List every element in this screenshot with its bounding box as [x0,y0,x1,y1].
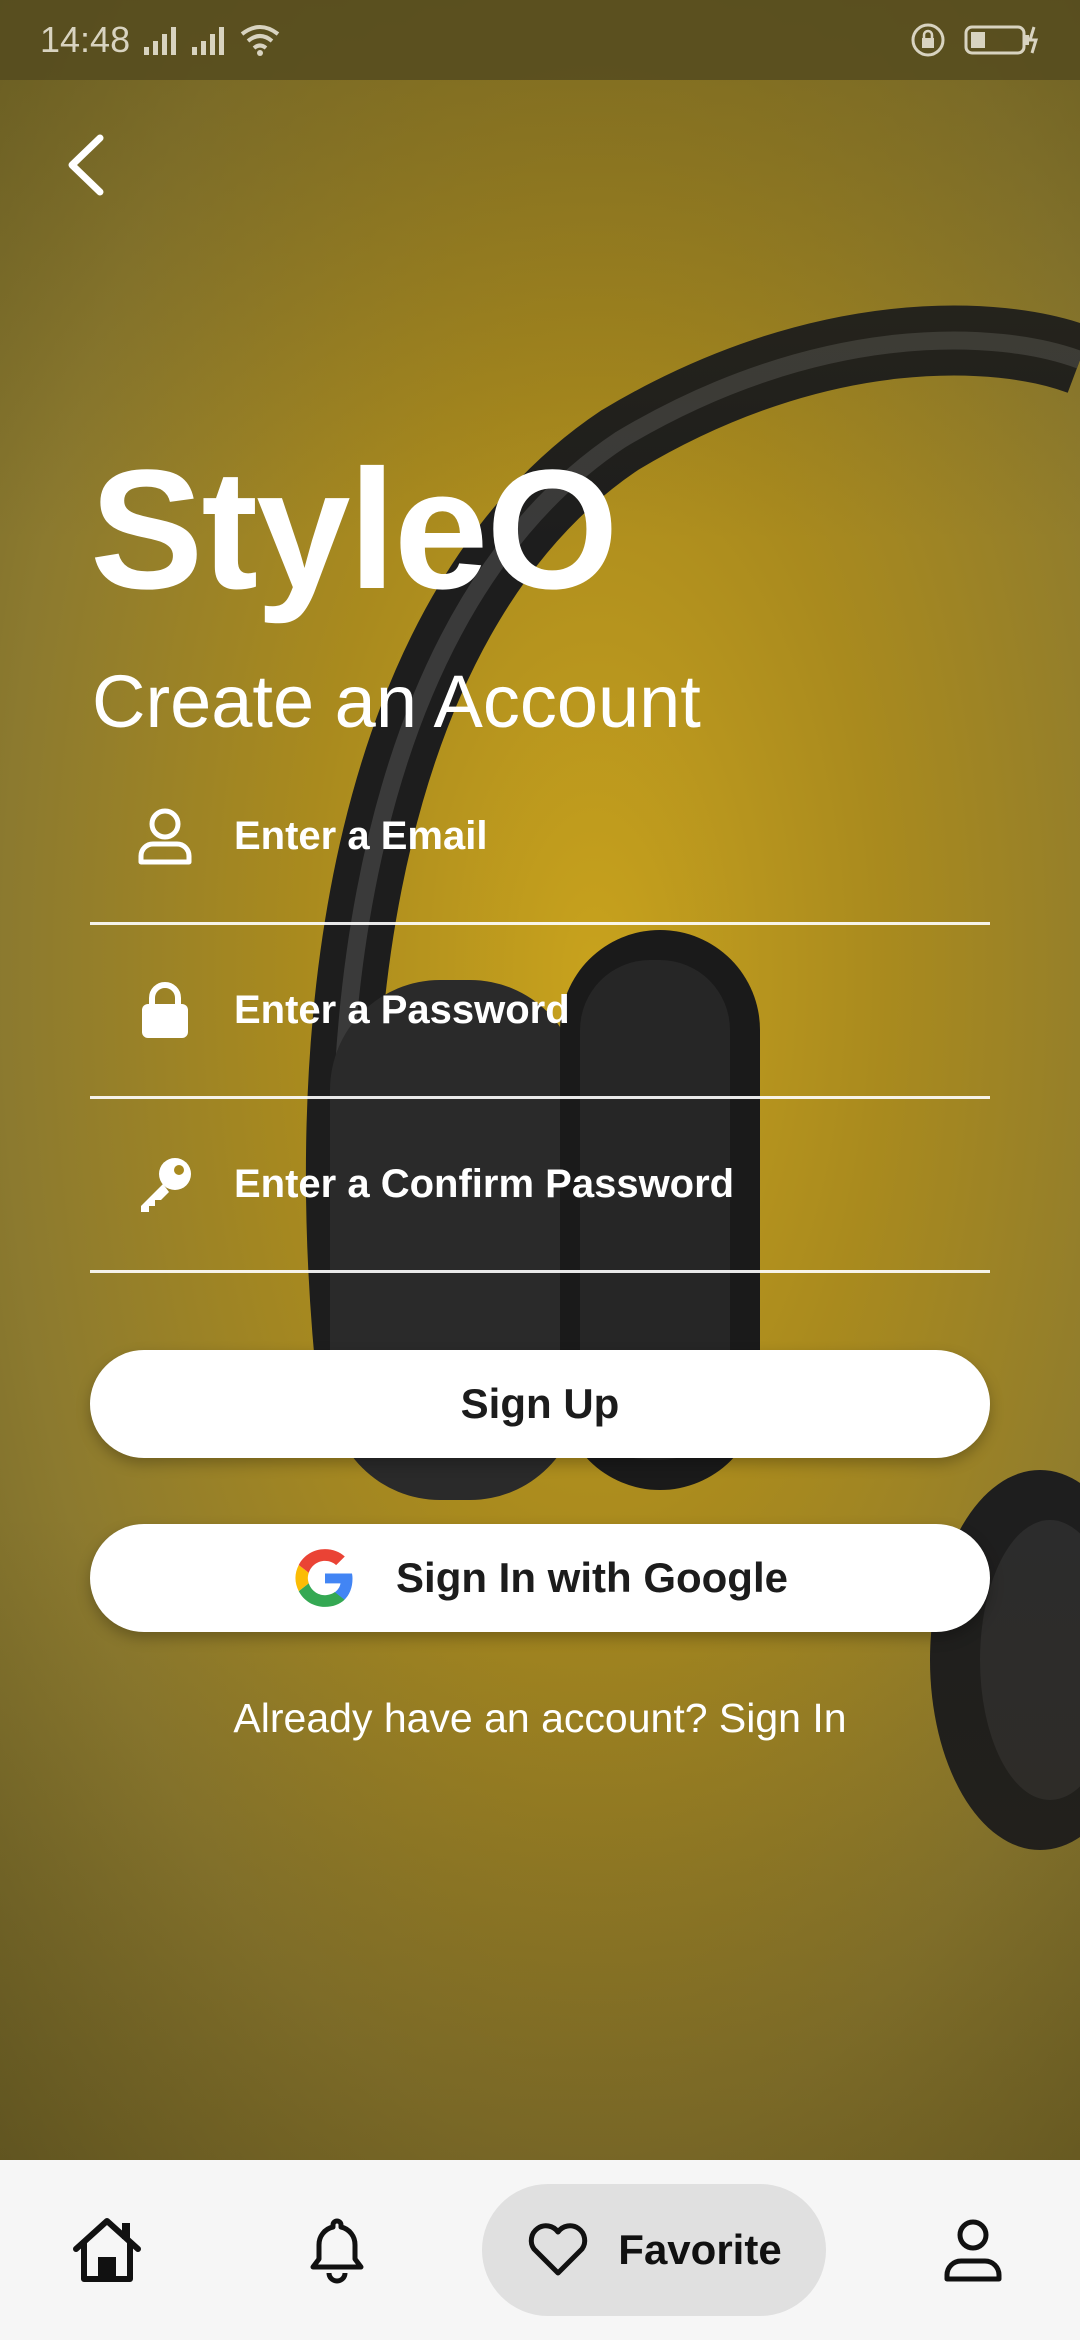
signal-icon [192,27,225,55]
signin-link[interactable]: Already have an account? Sign In [0,1695,1080,1742]
lock-rotation-icon [911,23,945,57]
google-icon [295,1549,353,1607]
signal-icon [144,27,177,55]
email-field[interactable]: Enter a Email [90,750,990,925]
confirm-password-input-placeholder: Enter a Confirm Password [234,1161,735,1206]
heart-icon [529,2223,588,2276]
page-title: Create an Account [92,660,701,743]
status-time: 14:48 [40,19,131,60]
back-button[interactable] [58,130,128,200]
chevron-left-icon [68,134,104,196]
nav-favorite[interactable]: Favorite [482,2184,826,2316]
email-input-placeholder: Enter a Email [234,813,488,858]
status-bar: 14:48 [0,0,1080,80]
user-icon [944,2219,1002,2282]
nav-profile[interactable] [928,2160,1018,2340]
password-field[interactable]: Enter a Password [90,924,990,1099]
app-logo-text: StyleO [90,435,619,625]
nav-favorite-label: Favorite [618,2226,782,2273]
lock-icon [130,975,200,1045]
user-icon [130,801,200,871]
key-icon [130,1149,200,1219]
password-input-placeholder: Enter a Password [234,987,570,1032]
signup-button[interactable]: Sign Up [90,1350,990,1458]
signup-button-label: Sign Up [460,1380,620,1427]
nav-home[interactable] [62,2160,152,2340]
home-icon [73,2218,141,2282]
bottom-navigation: Favorite [0,2160,1080,2340]
nav-notifications[interactable] [292,2160,382,2340]
battery-charging-icon [964,25,1039,55]
google-button-label: Sign In with Google [396,1554,788,1601]
google-signin-button[interactable]: Sign In with Google [90,1524,990,1632]
wifi-icon [240,25,280,56]
bell-icon [310,2218,364,2284]
confirm-password-field[interactable]: Enter a Confirm Password [90,1098,990,1273]
